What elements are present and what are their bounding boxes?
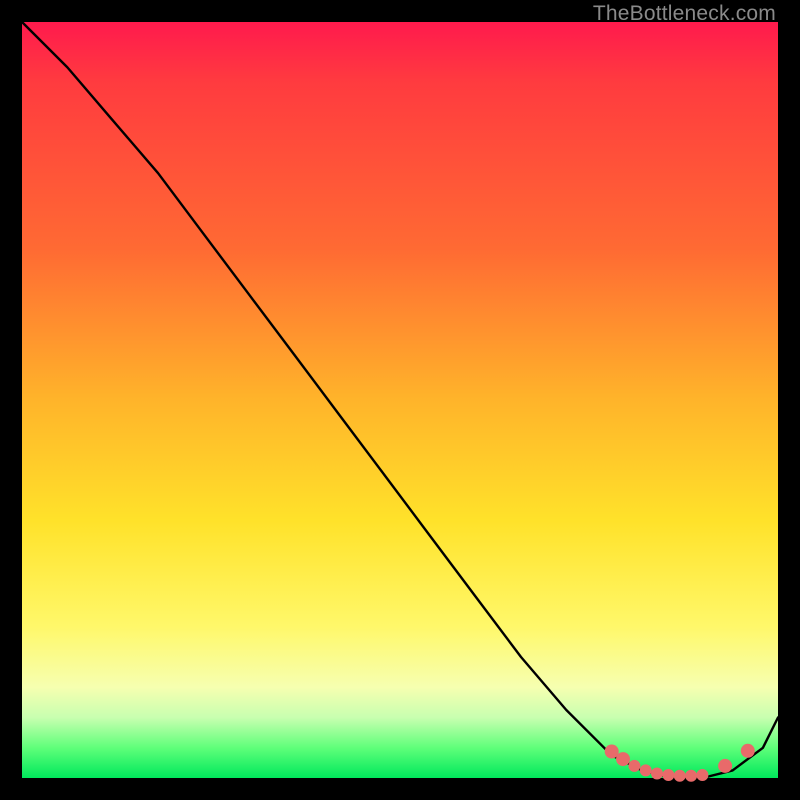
marker-dot bbox=[685, 770, 697, 782]
watermark-text: TheBottleneck.com bbox=[593, 2, 776, 26]
bottleneck-curve bbox=[22, 22, 778, 778]
marker-dot bbox=[628, 760, 640, 772]
marker-dot bbox=[616, 752, 630, 766]
marker-dot bbox=[640, 764, 652, 776]
marker-dot bbox=[696, 769, 708, 781]
marker-dot bbox=[674, 770, 686, 782]
optimal-range-markers bbox=[605, 744, 755, 782]
marker-dot bbox=[741, 744, 755, 758]
marker-dot bbox=[651, 768, 663, 780]
chart-frame: TheBottleneck.com bbox=[0, 0, 800, 800]
gradient-plot-area bbox=[22, 22, 778, 778]
marker-dot bbox=[718, 759, 732, 773]
marker-dot bbox=[662, 769, 674, 781]
chart-svg bbox=[22, 22, 778, 778]
